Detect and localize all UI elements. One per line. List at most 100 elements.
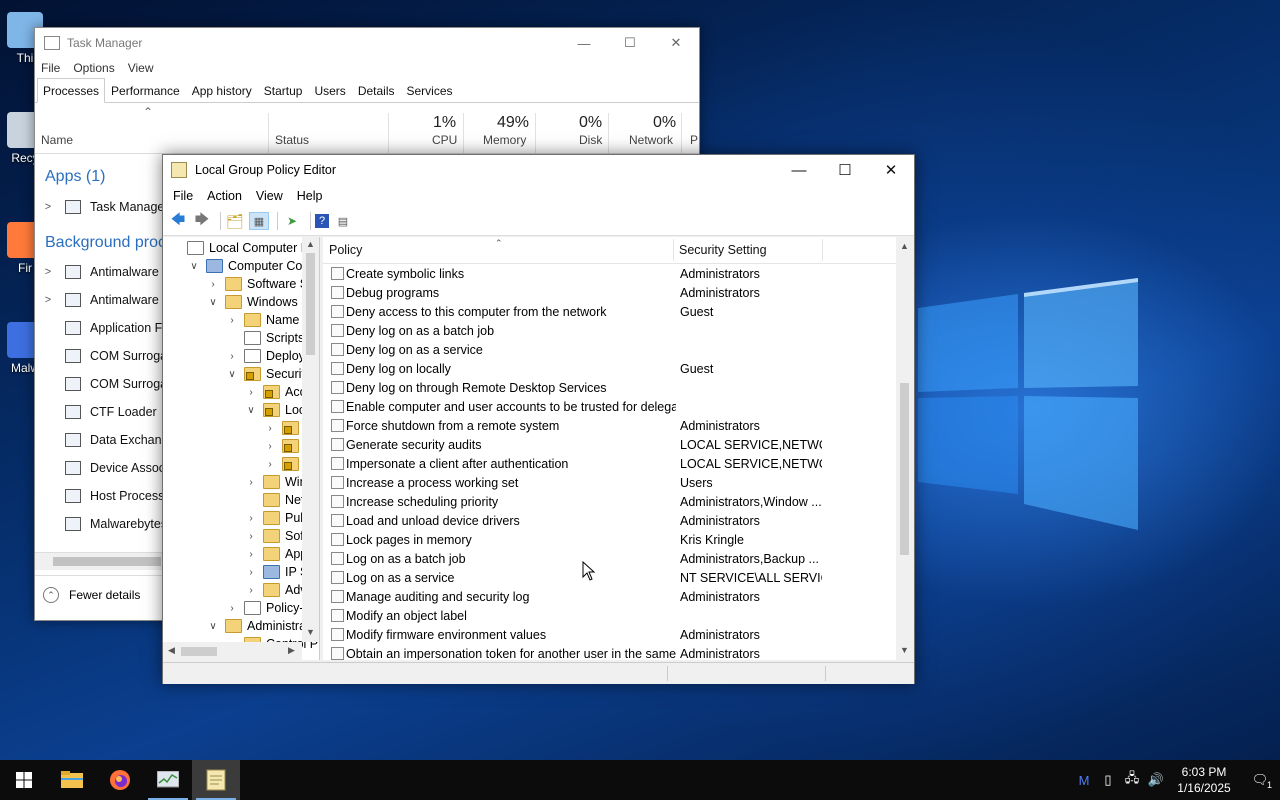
back-arrow-icon[interactable]: 🡄 <box>168 211 188 230</box>
column-network[interactable]: Network <box>629 133 673 147</box>
policy-row[interactable]: Deny log on as a service <box>323 340 896 359</box>
forward-arrow-icon[interactable]: 🡆 <box>192 211 212 230</box>
policy-row[interactable]: Deny log on locally Guest <box>323 359 896 378</box>
policy-row[interactable]: Enable computer and user accounts to be … <box>323 397 896 416</box>
process-row[interactable]: Malwarebytes <box>41 510 167 538</box>
gpedit-taskbar-button[interactable] <box>192 760 240 800</box>
column-power[interactable]: P <box>690 133 698 147</box>
firefox-taskbar-button[interactable] <box>96 760 144 800</box>
chevron-right-icon[interactable]: › <box>264 459 276 470</box>
tree-vscrollbar[interactable]: ▲ ▼ <box>302 237 319 642</box>
chevron-right-icon[interactable]: › <box>264 423 276 434</box>
volume-tray-icon[interactable]: 🔊 <box>1144 772 1168 788</box>
tree-node[interactable]: Local Computer Polic <box>169 239 319 257</box>
process-row[interactable]: Application Fra <box>41 314 173 342</box>
minimize-button[interactable]: — <box>776 155 822 185</box>
column-status[interactable]: Status <box>275 133 309 147</box>
menu-help[interactable]: Help <box>297 189 323 203</box>
fewer-details-button[interactable]: ⌃ Fewer details <box>35 575 165 614</box>
policy-row[interactable]: Increase scheduling priority Administrato… <box>323 492 896 511</box>
policy-row[interactable]: Log on as a service NT SERVICE\ALL SERVIC… <box>323 568 896 587</box>
policy-row[interactable]: Manage auditing and security log Administ… <box>323 587 896 606</box>
tablet-tray-icon[interactable]: ▯ <box>1096 772 1120 788</box>
task-manager-hscrollbar[interactable] <box>35 552 163 570</box>
maximize-button[interactable]: ☐ <box>607 28 653 58</box>
chevron-down-icon[interactable]: ∨ <box>207 297 219 308</box>
policy-row[interactable]: Generate security audits LOCAL SERVICE,NE… <box>323 435 896 454</box>
chevron-right-icon[interactable]: › <box>245 513 257 524</box>
policy-row[interactable]: Obtain an impersonation token for anothe… <box>323 644 896 660</box>
file-explorer-taskbar-button[interactable] <box>48 760 96 800</box>
policy-row[interactable]: Load and unload device drivers Administra… <box>323 511 896 530</box>
process-row[interactable]: COM Surrogat <box>41 370 171 398</box>
tab-app-history[interactable]: App history <box>186 78 258 102</box>
tab-users[interactable]: Users <box>308 78 351 102</box>
column-security-setting[interactable]: Security Setting <box>679 243 767 257</box>
task-manager-taskbar-button[interactable] <box>144 760 192 800</box>
chevron-down-icon[interactable]: ∨ <box>207 621 219 632</box>
chevron-right-icon[interactable]: › <box>245 477 257 488</box>
gpedit-titlebar[interactable]: Local Group Policy Editor — ☐ ✕ <box>163 155 914 185</box>
column-cpu[interactable]: CPU <box>432 133 457 147</box>
chevron-right-icon[interactable]: › <box>245 387 257 398</box>
notification-center-icon[interactable]: 🗨 1 <box>1240 772 1280 790</box>
chevron-right-icon[interactable]: › <box>226 315 238 326</box>
column-name[interactable]: Name <box>41 133 73 147</box>
policy-row[interactable]: Impersonate a client after authenticatio… <box>323 454 896 473</box>
start-button[interactable] <box>0 760 48 800</box>
column-policy[interactable]: Policy <box>329 243 362 257</box>
chevron-right-icon[interactable]: > <box>41 294 55 306</box>
chevron-right-icon[interactable]: › <box>226 603 238 614</box>
policy-row[interactable]: Log on as a batch job Administrators,Back… <box>323 549 896 568</box>
tree-hscrollbar[interactable]: ◀ ▶ <box>163 642 302 660</box>
process-row[interactable]: Host Process f <box>41 482 171 510</box>
group-policy-editor-window[interactable]: Local Group Policy Editor — ☐ ✕ File Act… <box>162 154 915 684</box>
menu-options[interactable]: Options <box>73 61 114 75</box>
process-row[interactable]: > Antimalware C <box>41 258 171 286</box>
chevron-right-icon[interactable]: > <box>41 266 55 278</box>
chevron-right-icon[interactable]: › <box>226 351 238 362</box>
policy-row[interactable]: Increase a process working set Users <box>323 473 896 492</box>
maximize-button[interactable]: ☐ <box>822 155 868 185</box>
process-row[interactable]: Data Exchange <box>41 426 175 454</box>
menu-file[interactable]: File <box>173 189 193 203</box>
tree-node[interactable]: ∨ Computer Config <box>188 257 319 275</box>
tab-startup[interactable]: Startup <box>258 78 309 102</box>
chevron-down-icon[interactable]: ∨ <box>245 405 257 416</box>
menu-view[interactable]: View <box>128 61 154 75</box>
policy-row[interactable]: Deny log on through Remote Desktop Servi… <box>323 378 896 397</box>
task-manager-titlebar[interactable]: Task Manager — ☐ ✕ <box>35 28 699 58</box>
chevron-right-icon[interactable]: › <box>207 279 219 290</box>
chevron-right-icon[interactable]: › <box>245 549 257 560</box>
process-row[interactable]: Device Associa <box>41 454 175 482</box>
export-list-icon[interactable]: ➤ <box>282 212 302 230</box>
chevron-right-icon[interactable]: › <box>264 441 276 452</box>
policy-row[interactable]: Force shutdown from a remote system Admin… <box>323 416 896 435</box>
tab-details[interactable]: Details <box>352 78 401 102</box>
policy-row[interactable]: Deny access to this computer from the ne… <box>323 302 896 321</box>
close-button[interactable]: ✕ <box>653 28 699 58</box>
policy-row[interactable]: Modify an object label <box>323 606 896 625</box>
tab-processes[interactable]: Processes <box>37 78 106 103</box>
chevron-right-icon[interactable]: › <box>245 585 257 596</box>
column-disk[interactable]: Disk <box>579 133 602 147</box>
menu-action[interactable]: Action <box>207 189 242 203</box>
chevron-right-icon[interactable]: › <box>245 567 257 578</box>
chevron-right-icon[interactable]: > <box>41 201 55 213</box>
process-row[interactable]: COM Surrogat <box>41 342 171 370</box>
chevron-down-icon[interactable]: ∨ <box>188 261 200 272</box>
column-memory[interactable]: Memory <box>483 133 526 147</box>
chevron-right-icon[interactable]: › <box>245 531 257 542</box>
show-hide-tree-icon[interactable]: ▦ <box>249 212 269 230</box>
properties-icon[interactable]: ▤ <box>333 212 353 230</box>
process-row[interactable]: CTF Loader <box>41 398 157 426</box>
policy-row[interactable]: Deny log on as a batch job <box>323 321 896 340</box>
chevron-down-icon[interactable]: ∨ <box>226 369 238 380</box>
tab-performance[interactable]: Performance <box>105 78 186 102</box>
process-row[interactable]: > Antimalware S <box>41 286 171 314</box>
policy-row[interactable]: Modify firmware environment values Admini… <box>323 625 896 644</box>
up-folder-icon[interactable]: 🗂 <box>225 212 245 230</box>
policy-row[interactable]: Debug programs Administrators <box>323 283 896 302</box>
policy-row[interactable]: Create symbolic links Administrators <box>323 264 896 283</box>
menu-file[interactable]: File <box>41 61 60 75</box>
